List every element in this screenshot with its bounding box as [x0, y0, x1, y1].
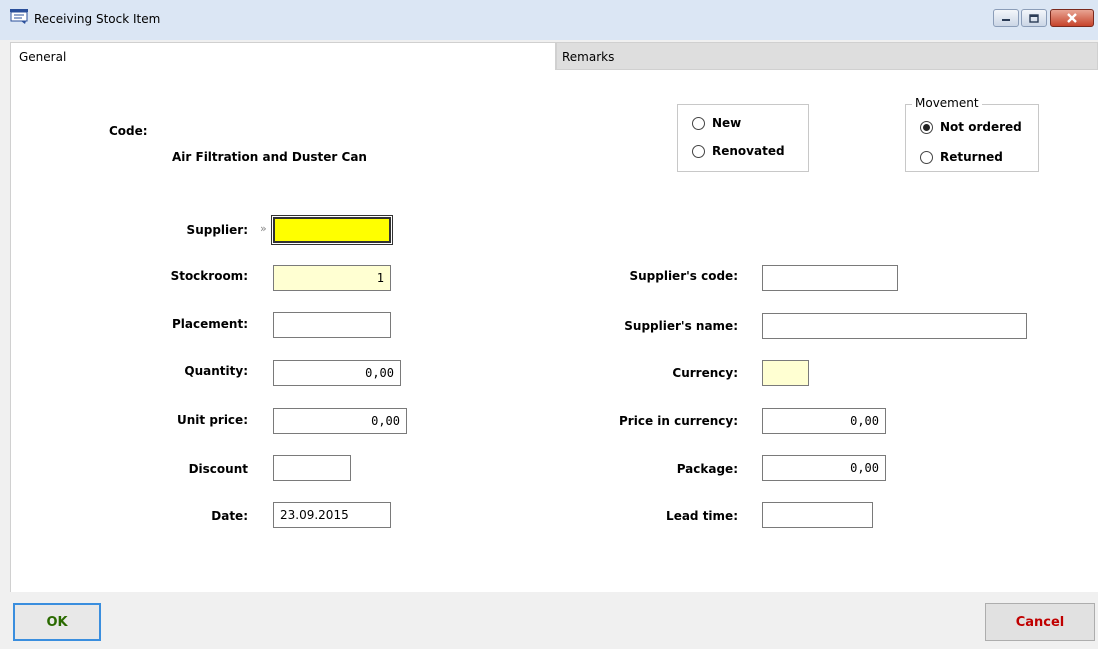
unit-price-input[interactable]: 0,00 [273, 408, 407, 434]
item-name: Air Filtration and Duster Can [172, 150, 367, 164]
stock-window-icon [10, 9, 28, 24]
radio-returned-circle[interactable] [920, 151, 933, 164]
radio-renovated[interactable]: Renovated [692, 144, 807, 160]
tab-general[interactable]: General [10, 42, 556, 70]
supplier-label: Supplier: [186, 223, 248, 237]
discount-input[interactable] [273, 455, 351, 481]
cancel-button[interactable]: Cancel [985, 603, 1095, 641]
date-label: Date: [211, 509, 248, 523]
minimize-icon [1002, 19, 1010, 21]
radio-renovated-label: Renovated [712, 144, 785, 158]
currency-input[interactable] [762, 360, 809, 386]
unit-price-label: Unit price: [177, 413, 248, 427]
supplier-code-label: Supplier's code: [629, 269, 738, 283]
close-button[interactable] [1050, 9, 1094, 27]
radio-not-ordered[interactable]: Not ordered [920, 120, 1035, 136]
supplier-name-label: Supplier's name: [624, 319, 738, 333]
radio-new-label: New [712, 116, 742, 130]
price-in-currency-input[interactable]: 0,00 [762, 408, 886, 434]
supplier-input[interactable] [271, 215, 393, 245]
movement-legend: Movement [912, 96, 982, 110]
supplier-name-input[interactable] [762, 313, 1027, 339]
tab-remarks[interactable]: Remarks [556, 42, 1098, 70]
stockroom-input[interactable]: 1 [273, 265, 391, 291]
placement-input[interactable] [273, 312, 391, 338]
radio-not-ordered-label: Not ordered [940, 120, 1022, 134]
price-in-currency-label: Price in currency: [619, 414, 738, 428]
close-icon [1067, 13, 1077, 23]
radio-returned[interactable]: Returned [920, 150, 1035, 166]
tab-general-label: General [19, 50, 67, 64]
date-input[interactable]: 23.09.2015 [273, 502, 391, 528]
tab-remarks-label: Remarks [562, 50, 615, 64]
title-bar: Receiving Stock Item [0, 0, 1098, 40]
currency-label: Currency: [672, 366, 738, 380]
lead-time-label: Lead time: [666, 509, 738, 523]
quantity-input[interactable]: 0,00 [273, 360, 401, 386]
supplier-lookup-icon[interactable]: » [260, 222, 267, 235]
ok-button[interactable]: OK [13, 603, 101, 641]
button-bar [0, 592, 1098, 649]
stockroom-label: Stockroom: [170, 269, 248, 283]
discount-label: Discount [188, 462, 248, 476]
radio-not-ordered-circle[interactable] [920, 121, 933, 134]
package-label: Package: [676, 462, 738, 476]
lead-time-input[interactable] [762, 502, 873, 528]
window-title: Receiving Stock Item [34, 12, 161, 26]
radio-new-circle[interactable] [692, 117, 705, 130]
package-input[interactable]: 0,00 [762, 455, 886, 481]
radio-new[interactable]: New [692, 116, 802, 132]
code-label: Code: [109, 124, 148, 138]
condition-group [677, 104, 809, 172]
radio-returned-label: Returned [940, 150, 1003, 164]
maximize-icon [1029, 13, 1039, 23]
radio-renovated-circle[interactable] [692, 145, 705, 158]
minimize-button[interactable] [993, 9, 1019, 27]
quantity-label: Quantity: [184, 364, 248, 378]
maximize-button[interactable] [1021, 9, 1047, 27]
placement-label: Placement: [172, 317, 248, 331]
supplier-code-input[interactable] [762, 265, 898, 291]
